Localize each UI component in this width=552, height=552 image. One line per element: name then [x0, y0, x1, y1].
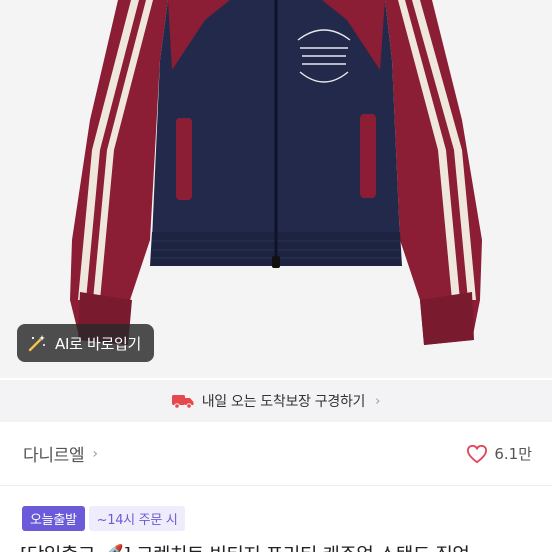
- shop-link[interactable]: 다니르엘 ›: [23, 441, 98, 467]
- heart-icon: [467, 444, 488, 463]
- magic-wand-icon: [28, 335, 45, 352]
- today-shipping-badge: 오늘출발: [22, 506, 85, 531]
- chevron-right-icon: ›: [92, 445, 98, 462]
- ai-try-on-button[interactable]: AI로 바로입기: [17, 324, 155, 362]
- ai-try-on-label: AI로 바로입기: [55, 334, 142, 353]
- shop-info-row: 다니르엘 › 6.1만: [0, 422, 552, 486]
- like-count: 6.1만: [494, 445, 532, 463]
- delivery-guarantee-banner[interactable]: 내일 오는 도착보장 구경하기 ›: [0, 380, 552, 422]
- delivery-banner-text: 내일 오는 도착보장 구경하기: [201, 394, 366, 410]
- like-button[interactable]: 6.1만: [466, 443, 532, 464]
- shipping-badges: 오늘출발 ~14시 주문 시: [22, 506, 186, 531]
- order-cutoff-badge: ~14시 주문 시: [88, 506, 186, 531]
- shop-name: 다니르엘: [23, 446, 85, 466]
- product-image[interactable]: [0, 0, 552, 378]
- product-title: [당일출고 🚀] 크렌치트 빈티지 프리티 캐주얼 스탠드 집업: [20, 540, 470, 552]
- chevron-right-icon: ›: [375, 393, 381, 409]
- truck-icon: [171, 395, 194, 409]
- jacket-illustration: [70, 0, 482, 345]
